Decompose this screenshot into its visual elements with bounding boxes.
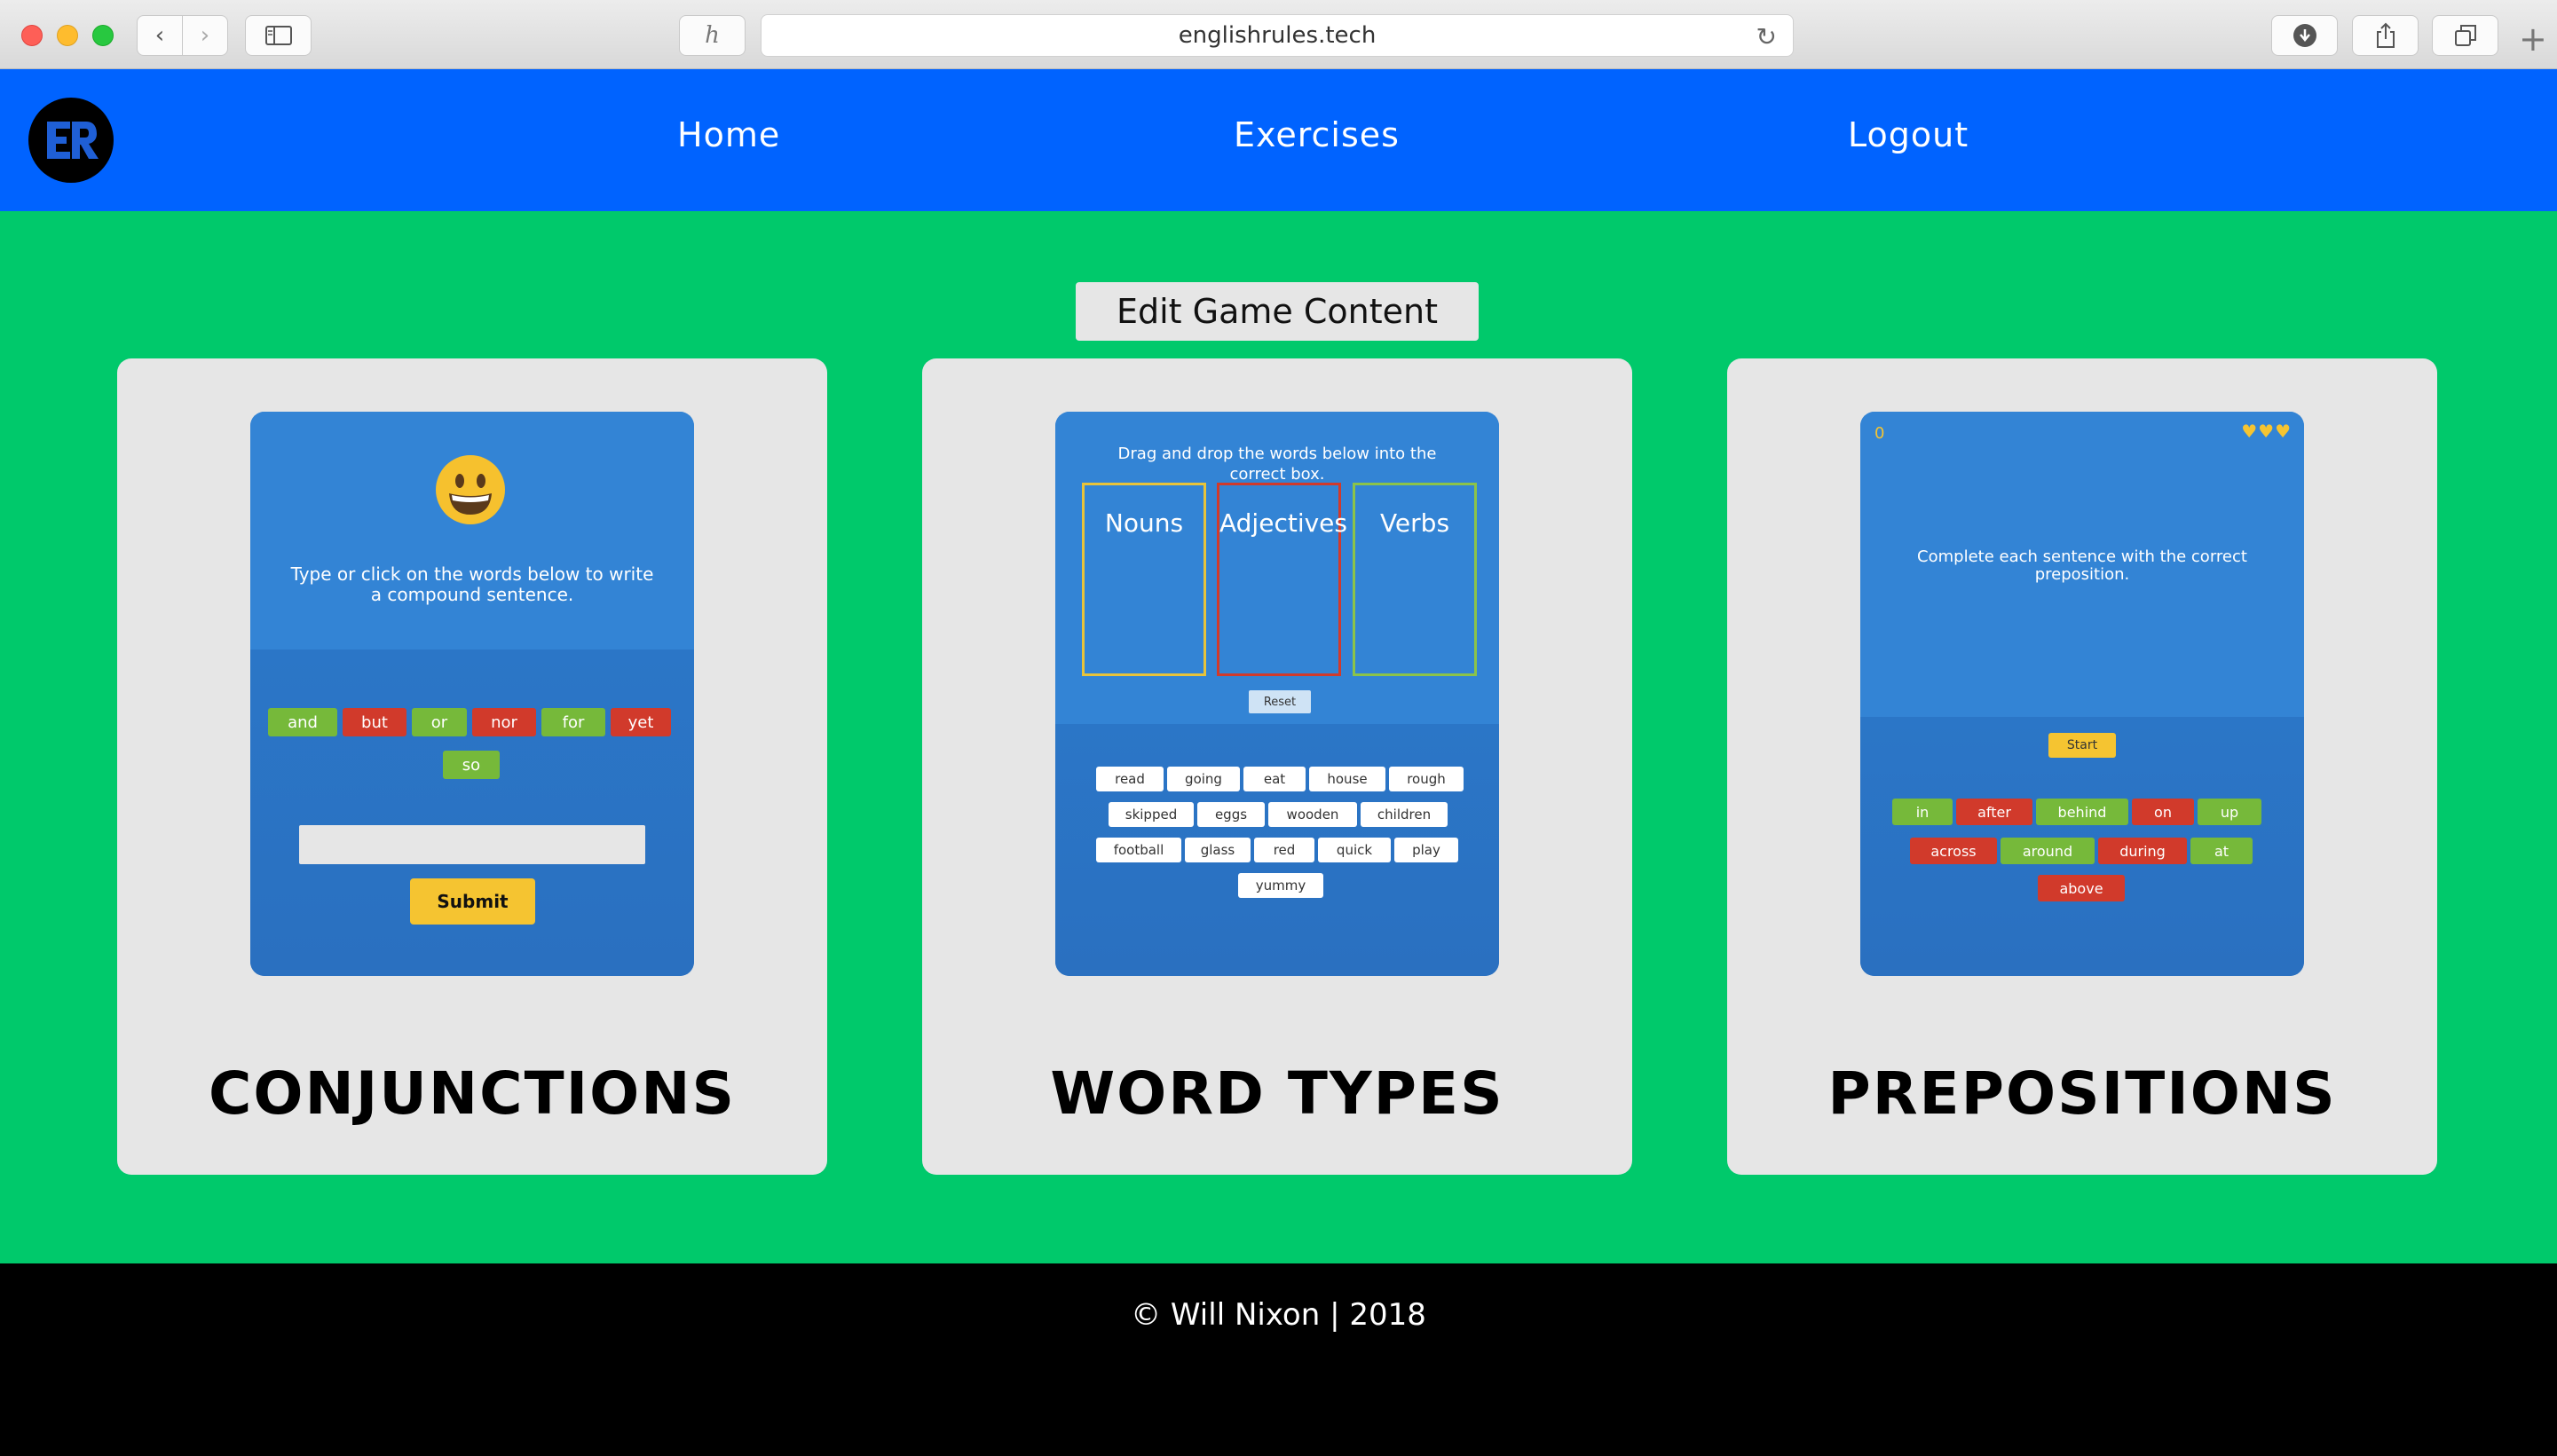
share-button[interactable] bbox=[2352, 15, 2419, 56]
card-title: WORD TYPES bbox=[1050, 1059, 1504, 1128]
sentence-input[interactable] bbox=[299, 825, 645, 864]
game-instruction: Drag and drop the words below into the c… bbox=[1117, 445, 1437, 484]
game-preview-word-types: Drag and drop the words below into the c… bbox=[1055, 412, 1499, 976]
smiley-icon bbox=[436, 455, 505, 524]
game-card-prepositions[interactable]: 0 ♥♥♥ Complete each sentence with the co… bbox=[1727, 358, 2437, 1175]
word-chip[interactable]: so bbox=[443, 751, 500, 779]
nav-link-exercises[interactable]: Exercises bbox=[1234, 115, 1400, 154]
main-content: Edit Game Content Type or click on the w… bbox=[0, 211, 2557, 1263]
word-tile[interactable]: wooden bbox=[1268, 802, 1357, 827]
hearts-icon: ♥♥♥ bbox=[2241, 421, 2292, 442]
er-logo-icon[interactable] bbox=[28, 98, 114, 183]
logo-mark bbox=[47, 122, 99, 159]
word-chip[interactable]: or bbox=[412, 708, 467, 736]
chevron-left-icon: ‹ bbox=[154, 22, 165, 49]
word-tile[interactable]: rough bbox=[1389, 767, 1464, 791]
nav-link-logout[interactable]: Logout bbox=[1848, 115, 1969, 154]
forward-button[interactable]: › bbox=[182, 15, 228, 56]
word-chip[interactable]: and bbox=[268, 708, 337, 736]
close-window-button[interactable] bbox=[21, 25, 43, 46]
reload-icon[interactable]: ↻ bbox=[1756, 22, 1777, 51]
word-chip[interactable]: around bbox=[2001, 838, 2095, 864]
word-chip[interactable]: in bbox=[1892, 799, 1953, 825]
game-header-panel bbox=[250, 412, 694, 649]
card-title: PREPOSITIONS bbox=[1827, 1059, 2337, 1128]
drop-box-nouns[interactable]: Nouns bbox=[1082, 483, 1206, 676]
word-chip[interactable]: across bbox=[1910, 838, 1997, 864]
word-tile[interactable]: quick bbox=[1318, 838, 1391, 862]
word-tile[interactable]: red bbox=[1254, 838, 1314, 862]
honey-icon: h bbox=[705, 22, 720, 49]
box-label: Verbs bbox=[1379, 508, 1450, 538]
game-preview-conjunctions: Type or click on the words below to writ… bbox=[250, 412, 694, 976]
new-tab-button[interactable]: + bbox=[2519, 20, 2547, 59]
word-chip[interactable]: on bbox=[2132, 799, 2194, 825]
back-button[interactable]: ‹ bbox=[137, 15, 183, 56]
word-chip[interactable]: above bbox=[2038, 875, 2125, 901]
word-tile[interactable]: house bbox=[1309, 767, 1385, 791]
game-preview-prepositions: 0 ♥♥♥ Complete each sentence with the co… bbox=[1860, 412, 2304, 976]
start-button[interactable]: Start bbox=[2048, 733, 2116, 758]
sidebar-icon bbox=[264, 26, 292, 45]
word-chip[interactable]: nor bbox=[472, 708, 536, 736]
downloads-button[interactable] bbox=[2271, 15, 2338, 56]
chevron-right-icon: › bbox=[200, 22, 210, 49]
word-tile[interactable]: read bbox=[1096, 767, 1164, 791]
box-label: Adjectives bbox=[1219, 508, 1347, 538]
word-chip[interactable]: at bbox=[2190, 838, 2253, 864]
plus-icon: + bbox=[2519, 20, 2547, 59]
word-tile[interactable]: glass bbox=[1185, 838, 1251, 862]
word-tile[interactable]: going bbox=[1167, 767, 1240, 791]
tabs-icon bbox=[2454, 25, 2476, 46]
game-instruction: Type or click on the words below to writ… bbox=[290, 563, 654, 605]
word-tile[interactable]: yummy bbox=[1238, 873, 1323, 898]
word-tile[interactable]: children bbox=[1361, 802, 1448, 827]
box-label: Nouns bbox=[1104, 508, 1184, 538]
site-footer: © Will Nixon | 2018 bbox=[0, 1263, 2557, 1456]
address-bar[interactable]: englishrules.tech ↻ bbox=[761, 14, 1794, 57]
drop-box-adjectives[interactable]: Adjectives bbox=[1217, 483, 1347, 676]
word-tile[interactable]: play bbox=[1394, 838, 1458, 862]
browser-toolbar: ‹ › h englishrules.tech ↻ + bbox=[0, 0, 2557, 69]
word-tile[interactable]: eat bbox=[1243, 767, 1306, 791]
minimize-window-button[interactable] bbox=[57, 25, 78, 46]
word-tile[interactable]: skipped bbox=[1109, 802, 1194, 827]
word-tile[interactable]: eggs bbox=[1197, 802, 1265, 827]
word-chip[interactable]: for bbox=[541, 708, 605, 736]
share-icon bbox=[2376, 22, 2395, 48]
reset-button[interactable]: Reset bbox=[1249, 690, 1311, 713]
game-card-word-types[interactable]: Drag and drop the words below into the c… bbox=[922, 358, 1632, 1175]
word-chip[interactable]: behind bbox=[2036, 799, 2128, 825]
sidebar-toggle-button[interactable] bbox=[245, 15, 312, 56]
copyright-text: © Will Nixon | 2018 bbox=[1131, 1297, 1426, 1333]
url-text: englishrules.tech bbox=[1178, 22, 1377, 49]
word-chip[interactable]: yet bbox=[611, 708, 671, 736]
word-tile[interactable]: football bbox=[1096, 838, 1181, 862]
word-chip[interactable]: after bbox=[1956, 799, 2032, 825]
maximize-window-button[interactable] bbox=[92, 25, 114, 46]
download-icon bbox=[2293, 24, 2316, 47]
game-card-conjunctions[interactable]: Type or click on the words below to writ… bbox=[117, 358, 827, 1175]
edit-game-content-button[interactable]: Edit Game Content bbox=[1076, 282, 1479, 341]
drop-box-verbs[interactable]: Verbs bbox=[1353, 483, 1477, 676]
nav-link-home[interactable]: Home bbox=[677, 115, 780, 154]
word-chip[interactable]: but bbox=[343, 708, 406, 736]
word-chip[interactable]: during bbox=[2098, 838, 2187, 864]
submit-button[interactable]: Submit bbox=[410, 878, 535, 925]
card-title: CONJUNCTIONS bbox=[208, 1059, 737, 1128]
tab-overview-button[interactable] bbox=[2432, 15, 2498, 56]
game-body-panel bbox=[250, 649, 694, 976]
score-counter: 0 bbox=[1874, 424, 1885, 443]
game-instruction: Complete each sentence with the correct … bbox=[1917, 547, 2247, 584]
word-chip[interactable]: up bbox=[2198, 799, 2261, 825]
honey-extension-button[interactable]: h bbox=[679, 15, 746, 56]
site-navbar: Home Exercises Logout bbox=[0, 69, 2557, 211]
